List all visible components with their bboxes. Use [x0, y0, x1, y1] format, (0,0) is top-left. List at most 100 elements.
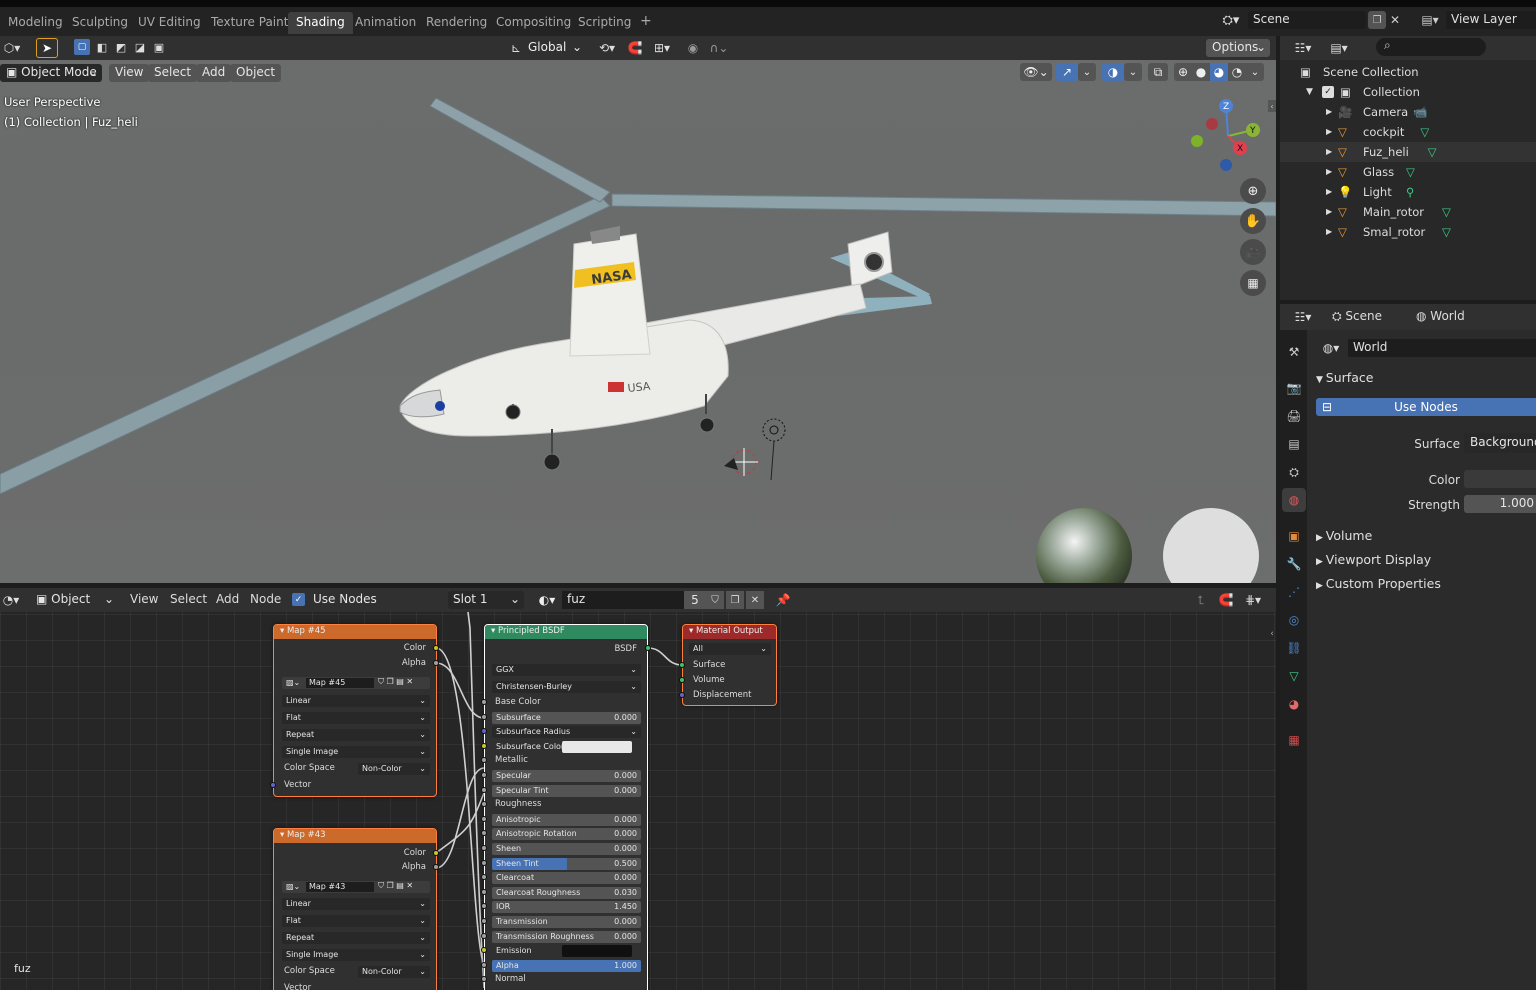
new-scene-icon[interactable]: ❐ — [1368, 11, 1386, 29]
editor-type-icon[interactable]: ⬡▾ — [0, 39, 24, 57]
node-header[interactable]: ▾ Map #45 — [274, 625, 436, 639]
editor-type-icon[interactable]: ☷▾ — [1288, 308, 1318, 326]
color-swatch[interactable] — [1464, 470, 1536, 488]
navigation-gizmo[interactable]: Z Y X — [1190, 98, 1266, 174]
particles-tab-icon[interactable]: ⋰ — [1284, 582, 1304, 602]
image-actions-icon[interactable]: ⛉ ❐ ▤ ✕ — [378, 881, 413, 891]
surface-panel-header[interactable]: ▼ Surface — [1316, 370, 1373, 385]
bsdf-output-socket[interactable] — [645, 645, 651, 651]
breadcrumb-scene[interactable]: ⛭ Scene — [1332, 309, 1382, 324]
wireframe-shading-icon[interactable]: ⊕ — [1174, 63, 1192, 81]
map43-color-socket[interactable] — [433, 850, 439, 856]
projection-dropdown[interactable]: Flat ⌄ — [282, 915, 430, 927]
select-subtract-icon[interactable]: ◩ — [113, 39, 129, 55]
outliner-scene-collection[interactable]: ▣ Scene Collection — [1280, 62, 1536, 82]
bsdf-input-sheen-tint[interactable]: Sheen Tint 0.500 — [492, 857, 641, 870]
view-layer-field[interactable]: View Layer — [1446, 11, 1536, 29]
node-header[interactable]: ▾ Material Output — [683, 625, 776, 639]
extension-dropdown[interactable]: Repeat ⌄ — [282, 729, 430, 741]
bsdf-input-anisotropic[interactable]: Anisotropic 0.000 — [492, 813, 641, 826]
breadcrumb-world[interactable]: ◍ World — [1416, 309, 1465, 323]
scene-tab-icon[interactable]: ⛭ — [1284, 462, 1304, 482]
solid-shading-icon[interactable]: ● — [1192, 63, 1210, 81]
tab-sculpting[interactable]: Sculpting — [64, 12, 136, 34]
outliner-item-main-rotor[interactable]: ▶ ▽ Main_rotor ▽ — [1280, 202, 1536, 222]
editor-type-icon[interactable]: ☷▾ — [1288, 39, 1318, 57]
bsdf-input-sheen[interactable]: Sheen 0.000 — [492, 843, 641, 855]
select-menu[interactable]: Select — [148, 64, 198, 82]
pan-hand-icon[interactable]: ✋ — [1240, 208, 1266, 234]
bsdf-input-subsurface[interactable]: Subsurface 0.000 — [492, 711, 641, 724]
xray-icon[interactable]: ⧉ — [1148, 63, 1168, 81]
add-menu[interactable]: Add — [196, 64, 232, 82]
transform-orientation-dropdown[interactable]: Global ⌄ — [524, 39, 584, 57]
color-space-dropdown[interactable]: Non-Color ⌄ — [358, 966, 430, 978]
image-datablock-field[interactable]: ▨⌄ Map #43 ⛉ ❐ ▤ ✕ — [282, 881, 430, 893]
principled-bsdf-node[interactable]: ▾ Principled BSDF BSDF GGX ⌄ Christensen-… — [484, 624, 648, 990]
use-nodes-button[interactable]: ⊟ Use Nodes — [1316, 398, 1536, 416]
data-tab-icon[interactable]: ▽ — [1284, 666, 1304, 686]
bsdf-alpha-socket[interactable] — [481, 961, 487, 968]
bsdf-input-subsurface-color[interactable]: Subsurface Color — [492, 741, 567, 753]
view-layer-tab-icon[interactable]: ▤ — [1284, 434, 1304, 454]
shader-node-editor[interactable]: ◔▾ ▣ Object ⌄ View Select Add Node ✓ Use … — [0, 588, 1276, 990]
material-shading-icon[interactable]: ◕ — [1210, 63, 1228, 81]
view-menu[interactable]: View — [109, 64, 150, 82]
render-tab-icon[interactable]: 📷 — [1284, 378, 1304, 398]
outliner-item-glass[interactable]: ▶ ▽ Glass ▽ — [1280, 162, 1536, 182]
bsdf-subsurface-color-socket[interactable] — [481, 742, 487, 749]
bsdf-input-specular-tint[interactable]: Specular Tint 0.000 — [492, 784, 641, 797]
bsdf-transmission-socket[interactable] — [481, 918, 487, 924]
bsdf-input-transmission-roughness[interactable]: Transmission Roughness 0.000 — [492, 930, 641, 943]
material-tab-icon[interactable]: ◕ — [1284, 694, 1304, 714]
material-output-node[interactable]: ▾ Material Output All ⌄ Surface Volume Di… — [682, 624, 777, 706]
scene-selector-icon[interactable]: ⛭▾ — [1216, 11, 1246, 29]
outliner-item-camera[interactable]: ▶ 🎥 Camera 📹 — [1280, 102, 1536, 122]
options-dropdown[interactable]: Options ⌄ — [1206, 39, 1270, 57]
outliner-item-cockpit[interactable]: ▶ ▽ cockpit ▽ — [1280, 122, 1536, 142]
chevron-down-icon[interactable]: ⌄ — [1078, 63, 1096, 81]
bsdf-input-anisotropic-rotation[interactable]: Anisotropic Rotation 0.000 — [492, 828, 641, 841]
checkbox-icon[interactable]: ✓ — [1322, 86, 1334, 98]
rendered-shading-icon[interactable]: ◔ — [1228, 63, 1246, 81]
viewport-display-panel-header[interactable]: ▶ Viewport Display — [1316, 552, 1431, 567]
snap-target-icon[interactable]: ⊞▾ — [648, 39, 676, 57]
subsurface-method-dropdown[interactable]: Christensen-Burley ⌄ — [492, 681, 641, 693]
outliner-search-input[interactable]: ⌕ — [1376, 38, 1486, 56]
expand-arrow-icon[interactable]: ▶ — [1326, 127, 1332, 136]
image-actions-icon[interactable]: ⛉ ❐ ▤ ✕ — [378, 677, 413, 687]
modifier-tab-icon[interactable]: 🔧 — [1284, 554, 1304, 574]
world-name-field[interactable]: World — [1348, 339, 1536, 357]
bsdf-input-clearcoat[interactable]: Clearcoat 0.000 — [492, 872, 641, 885]
bsdf-input-clearcoat-roughness[interactable]: Clearcoat Roughness 0.030 — [492, 886, 641, 899]
tab-rendering[interactable]: Rendering — [418, 12, 495, 34]
sidebar-toggle-icon[interactable]: ‹ — [1268, 100, 1276, 112]
interpolation-dropdown[interactable]: Linear ⌄ — [282, 695, 430, 707]
mesh-data-icon[interactable]: ▽ — [1442, 225, 1451, 239]
map45-color-socket[interactable] — [433, 645, 439, 651]
strength-field[interactable]: 1.000 — [1464, 495, 1536, 513]
extension-dropdown[interactable]: Repeat ⌄ — [282, 932, 430, 944]
helicopter-model[interactable]: NASA USA — [0, 84, 1276, 583]
bsdf-transmission-roughness-socket[interactable] — [481, 932, 487, 939]
outliner-item-fuz-heli[interactable]: ▶ ▽ Fuz_heli ▽ — [1280, 142, 1536, 162]
select-tool-icon[interactable]: ➤ — [36, 38, 58, 58]
bsdf-input-transmission[interactable]: Transmission 0.000 — [492, 916, 641, 928]
source-dropdown[interactable]: Single Image ⌄ — [282, 746, 430, 758]
view-layer-icon[interactable]: ▤▾ — [1416, 11, 1444, 29]
object-tab-icon[interactable]: ▣ — [1284, 526, 1304, 546]
expand-arrow-icon[interactable]: ▶ — [1326, 187, 1332, 196]
scene-name-field[interactable]: Scene — [1248, 11, 1366, 29]
map45-vector-socket[interactable] — [270, 782, 276, 788]
color-space-dropdown[interactable]: Non-Color ⌄ — [358, 763, 430, 775]
bsdf-subsurface-color-swatch[interactable] — [562, 740, 632, 753]
sidebar-toggle-icon[interactable]: ‹ — [1268, 628, 1276, 640]
3d-viewport[interactable]: ⬡▾ ➤ ▢ ◧ ◩ ◪ ▣ ⊾ Global ⌄ ⟲▾ 🧲 ⊞▾ ◉ ∩⌄ Op… — [0, 36, 1276, 583]
mode-dropdown[interactable]: ▣ Object Mode ⌄ — [0, 64, 102, 82]
expand-arrow-icon[interactable]: ▼ — [1306, 87, 1313, 97]
pivot-point-icon[interactable]: ⟲▾ — [592, 39, 622, 57]
mesh-data-icon[interactable]: ▽ — [1406, 165, 1415, 179]
snap-icon[interactable]: 🧲 — [626, 39, 644, 57]
bsdf-input-subsurface-radius[interactable]: Subsurface Radius ⌄ — [492, 726, 641, 739]
output-displacement-socket[interactable] — [679, 692, 685, 698]
